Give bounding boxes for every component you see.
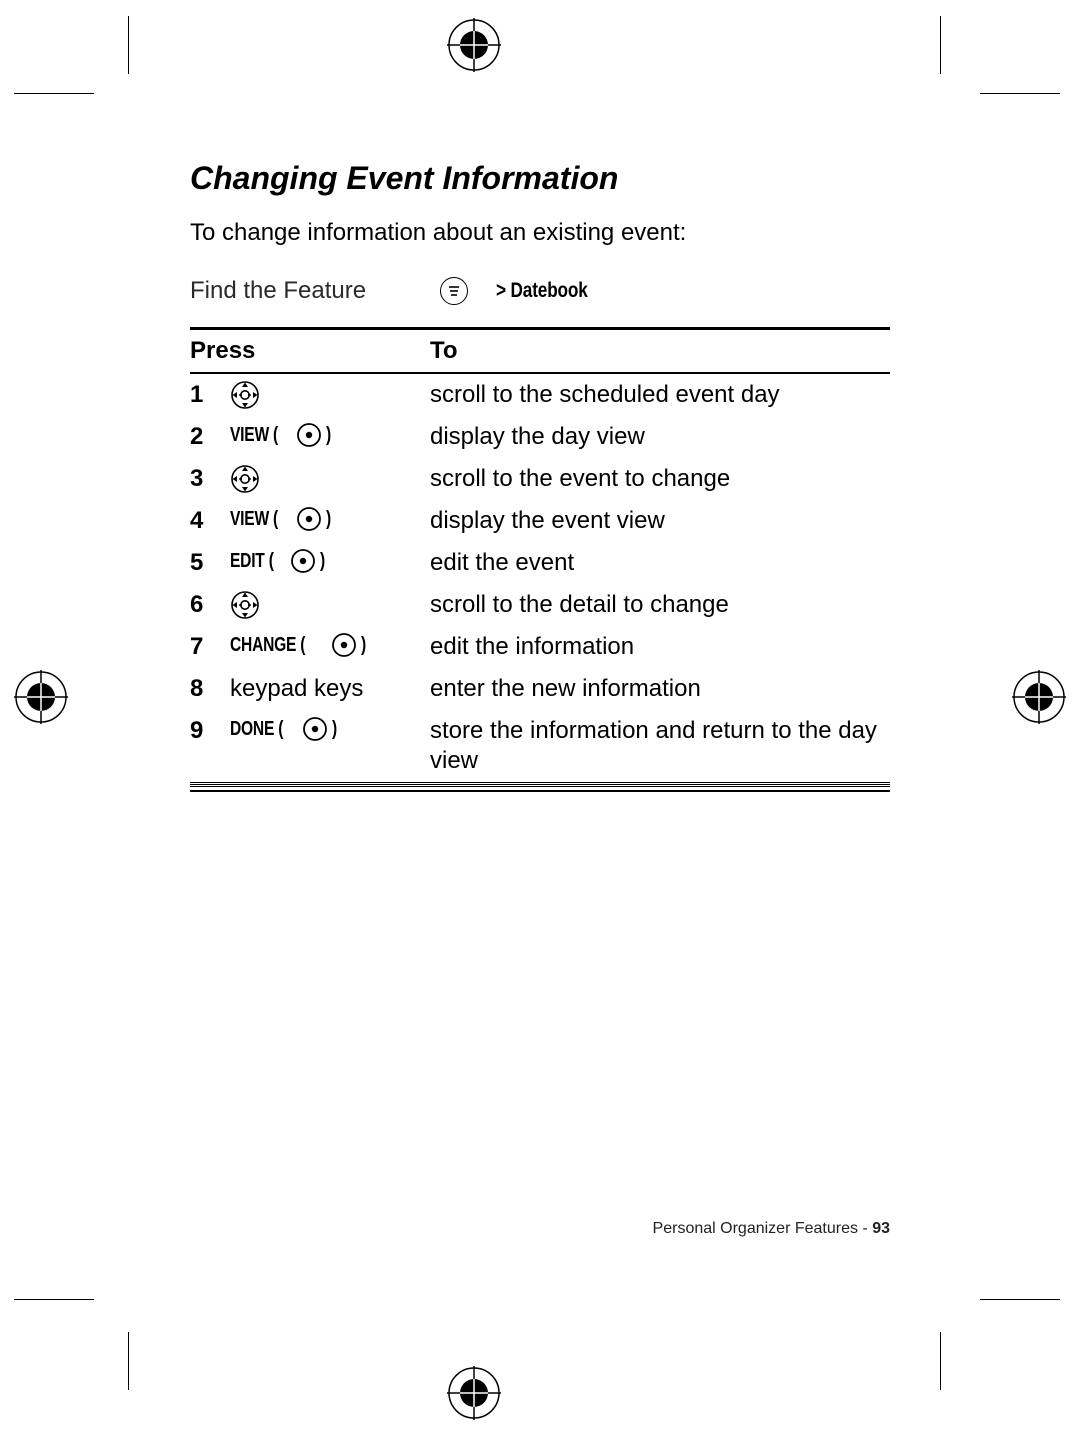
press-text: keypad keys [230, 674, 363, 704]
step-number: 1 [190, 374, 230, 416]
step-number: 3 [190, 458, 230, 500]
step-press: DONE () [230, 710, 430, 782]
crop-mark [940, 16, 941, 74]
step-number: 9 [190, 710, 230, 782]
step-description: store the information and return to the … [430, 710, 890, 782]
step-description: display the day view [430, 416, 890, 458]
crop-mark [980, 1299, 1060, 1300]
find-the-feature-row: Find the Feature > Datebook [190, 277, 890, 305]
step-press: EDIT () [230, 542, 430, 584]
footer-page: 93 [872, 1220, 890, 1237]
page: Changing Event Information To change inf… [0, 0, 1080, 1438]
crop-mark [128, 1332, 129, 1390]
step-press [230, 584, 430, 626]
footer-section: Personal Organizer Features [653, 1220, 858, 1237]
step-number: 7 [190, 626, 230, 668]
softkey-close: ) [320, 549, 325, 574]
page-footer: Personal Organizer Features - 93 [653, 1220, 890, 1238]
step-number: 5 [190, 542, 230, 584]
select-key-icon [290, 548, 316, 574]
nav-key-icon [230, 590, 260, 620]
find-label: Find the Feature [190, 277, 440, 305]
step-description: edit the information [430, 626, 890, 668]
select-key-icon [302, 716, 328, 742]
softkey-label: VIEW ( [230, 423, 278, 448]
softkey-close: ) [326, 507, 331, 532]
registration-mark-right [1012, 670, 1066, 724]
crop-mark [128, 16, 129, 74]
softkey-label: DONE ( [230, 717, 283, 742]
step-number: 8 [190, 668, 230, 710]
step-description: enter the new information [430, 668, 890, 710]
nav-key-icon [230, 464, 260, 494]
table-bottom-rule [190, 786, 890, 792]
nav-key-icon [230, 380, 260, 410]
crop-mark [940, 1332, 941, 1390]
select-key-icon [296, 506, 322, 532]
step-description: edit the event [430, 542, 890, 584]
softkey-close: ) [326, 423, 331, 448]
registration-mark-bottom [447, 1366, 501, 1420]
crop-mark [14, 1299, 94, 1300]
steps-table: Press To 1 scroll to the scheduled event … [190, 327, 890, 785]
softkey-close: ) [361, 633, 366, 658]
footer-sep: - [858, 1220, 872, 1237]
select-key-icon [331, 632, 357, 658]
crop-mark [980, 93, 1060, 94]
step-press: VIEW () [230, 500, 430, 542]
intro-text: To change information about an existing … [190, 219, 890, 247]
softkey-label: CHANGE ( [230, 633, 305, 658]
registration-mark-top [447, 18, 501, 72]
step-description: scroll to the scheduled event day [430, 374, 890, 416]
header-press: Press [190, 330, 430, 374]
select-key-icon [296, 422, 322, 448]
path-item: Datebook [511, 279, 588, 302]
step-number: 4 [190, 500, 230, 542]
step-press: CHANGE () [230, 626, 430, 668]
feature-path: > Datebook [496, 279, 588, 303]
softkey-label: VIEW ( [230, 507, 278, 532]
page-heading: Changing Event Information [190, 160, 890, 197]
menu-key-icon [440, 277, 468, 305]
step-press [230, 458, 430, 500]
content-area: Changing Event Information To change inf… [190, 160, 890, 792]
step-description: scroll to the detail to change [430, 584, 890, 626]
softkey-close: ) [332, 717, 337, 742]
step-press: keypad keys [230, 668, 430, 710]
step-number: 6 [190, 584, 230, 626]
header-to: To [430, 330, 890, 374]
path-prefix: > [496, 279, 506, 302]
softkey-label: EDIT ( [230, 549, 274, 574]
step-press [230, 374, 430, 416]
registration-mark-left [14, 670, 68, 724]
step-description: scroll to the event to change [430, 458, 890, 500]
step-description: display the event view [430, 500, 890, 542]
crop-mark [14, 93, 94, 94]
step-number: 2 [190, 416, 230, 458]
step-press: VIEW () [230, 416, 430, 458]
